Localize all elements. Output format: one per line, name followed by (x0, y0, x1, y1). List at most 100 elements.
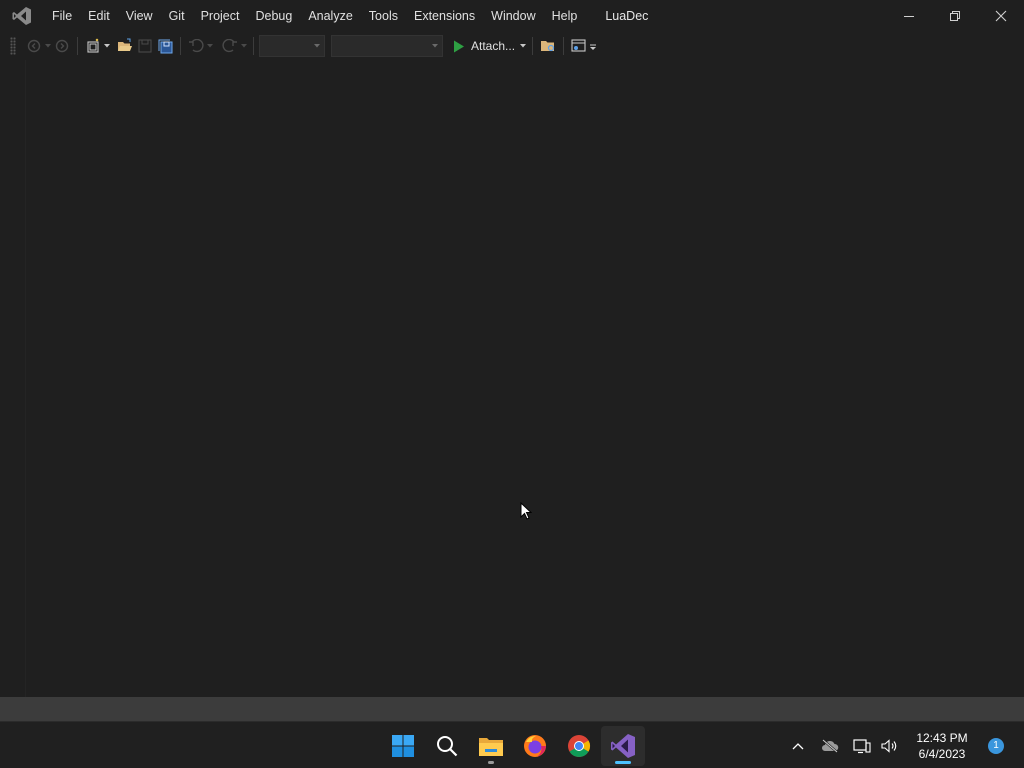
toolbar-separator (77, 37, 78, 55)
taskbar-firefox[interactable] (513, 726, 557, 766)
toolbar-separator (532, 37, 534, 55)
chevron-down-icon (314, 44, 320, 48)
chevron-down-icon (104, 44, 110, 48)
menu-analyze[interactable]: Analyze (300, 0, 360, 32)
left-dock-strip (0, 60, 26, 697)
firefox-icon (524, 734, 546, 757)
undo-icon (189, 39, 204, 53)
chevron-down-icon (207, 44, 213, 48)
start-button[interactable] (381, 726, 425, 766)
toolbar-separator (563, 37, 565, 55)
notification-badge[interactable]: 1 (988, 737, 1004, 754)
new-project-button[interactable] (83, 35, 103, 57)
onedrive-tray-button[interactable] (816, 726, 844, 766)
window-controls (886, 0, 1024, 32)
solution-configuration-dropdown[interactable] (259, 35, 325, 57)
restore-icon (950, 11, 960, 21)
search-icon (437, 735, 458, 756)
menu-help[interactable]: Help (544, 0, 586, 32)
show-hidden-icons-button[interactable] (784, 726, 812, 766)
network-tray-button[interactable] (848, 726, 876, 766)
menu-extensions[interactable]: Extensions (406, 0, 483, 32)
save-button[interactable] (135, 35, 155, 57)
folder-browse-icon (541, 41, 555, 52)
close-icon (995, 10, 1007, 22)
menu-project[interactable]: Project (193, 0, 248, 32)
back-circle-icon (27, 39, 41, 53)
restore-button[interactable] (932, 0, 978, 32)
chevron-down-icon (520, 44, 527, 48)
active-indicator (615, 760, 631, 764)
menu-debug[interactable]: Debug (247, 0, 300, 32)
taskbar-apps (381, 722, 645, 768)
visual-studio-logo-icon[interactable] (0, 0, 44, 32)
taskbar-chrome[interactable] (557, 726, 601, 766)
customize-chevron-icon (590, 44, 597, 50)
menu-edit[interactable]: Edit (80, 0, 118, 32)
visual-studio-icon (611, 733, 635, 758)
open-in-explorer-button[interactable] (538, 35, 558, 57)
menu-view[interactable]: View (118, 0, 161, 32)
chrome-icon (568, 734, 590, 757)
chevron-down-icon (432, 44, 438, 48)
attach-button[interactable]: Attach... (449, 35, 519, 57)
open-folder-icon (118, 38, 132, 51)
toolbar-separator (180, 37, 181, 55)
toolbar-separator (253, 37, 254, 55)
solution-platform-dropdown[interactable] (331, 35, 443, 57)
window-layout-button[interactable] (569, 35, 589, 57)
taskbar-file-explorer[interactable] (469, 726, 513, 766)
menu-bar: File Edit View Git Project Debug Analyze… (44, 0, 585, 32)
menu-tools[interactable]: Tools (361, 0, 406, 32)
standard-toolbar: Attach... (0, 32, 1024, 60)
toolbar-options-dropdown[interactable] (589, 35, 597, 57)
status-bar (0, 697, 1024, 721)
minimize-button[interactable] (886, 0, 932, 32)
solution-name: LuaDec (605, 9, 649, 23)
attach-button-label: Attach... (471, 39, 516, 53)
attach-dropdown[interactable] (519, 35, 527, 57)
new-project-icon (87, 38, 99, 53)
redo-icon (222, 39, 237, 53)
chevron-up-icon (792, 742, 804, 749)
navigate-backward-dropdown[interactable] (44, 35, 52, 57)
save-all-button[interactable] (155, 35, 175, 57)
clock-date: 6/4/2023 (918, 746, 966, 761)
volume-tray-button[interactable] (876, 726, 904, 766)
start-icon (392, 734, 414, 757)
forward-circle-icon (55, 39, 69, 53)
close-button[interactable] (978, 0, 1024, 32)
open-file-button[interactable] (115, 35, 135, 57)
taskbar-clock[interactable]: 12:43 PM 6/4/2023 (908, 730, 976, 762)
title-bar: File Edit View Git Project Debug Analyze… (0, 0, 1024, 32)
navigate-forward-button[interactable] (52, 35, 72, 57)
toolbar-grip[interactable] (10, 37, 16, 55)
running-indicator (488, 760, 494, 764)
window-layout-icon (571, 39, 586, 52)
taskbar-visual-studio[interactable] (601, 725, 645, 766)
chevron-down-icon (241, 44, 247, 48)
menu-git[interactable]: Git (161, 0, 193, 32)
new-project-dropdown[interactable] (103, 35, 111, 57)
windows-taskbar: 12:43 PM 6/4/2023 1 (0, 721, 1024, 768)
taskbar-search-button[interactable] (425, 726, 469, 766)
undo-button[interactable] (186, 35, 206, 57)
speaker-icon (881, 738, 897, 753)
play-icon (454, 40, 464, 52)
file-explorer-icon (479, 737, 503, 756)
menu-window[interactable]: Window (483, 0, 543, 32)
save-icon (138, 39, 152, 53)
network-icon (853, 738, 871, 753)
menu-file[interactable]: File (44, 0, 80, 32)
undo-dropdown[interactable] (206, 35, 214, 57)
redo-button[interactable] (220, 35, 240, 57)
minimize-icon (904, 16, 914, 17)
redo-dropdown[interactable] (240, 35, 248, 57)
clock-time: 12:43 PM (916, 730, 968, 745)
mouse-cursor-icon (520, 501, 533, 523)
save-all-icon (158, 39, 172, 53)
editor-workspace (0, 60, 1024, 697)
navigate-backward-button[interactable] (24, 35, 44, 57)
chevron-down-icon (45, 44, 51, 48)
cloud-offline-icon (822, 738, 839, 753)
